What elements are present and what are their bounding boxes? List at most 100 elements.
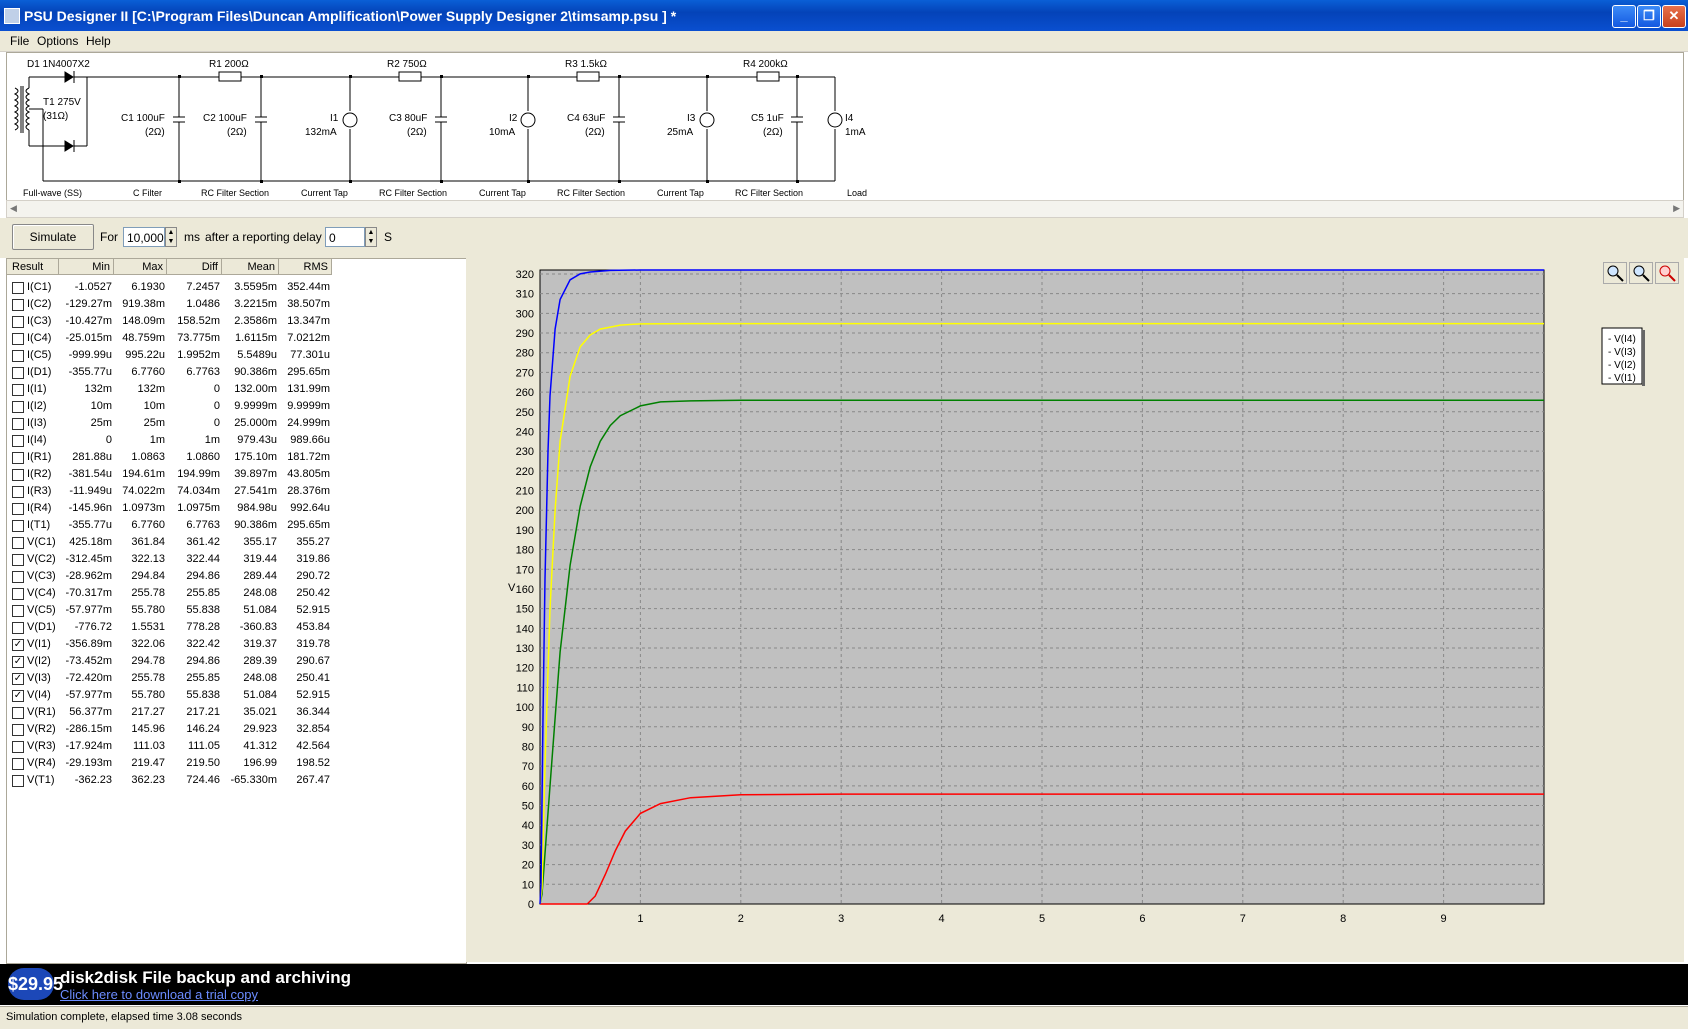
cell-name: V(D1) (27, 621, 56, 633)
result-checkbox[interactable]: ✓ (12, 673, 24, 685)
i3-value: 25mA (667, 127, 694, 138)
simulate-button[interactable]: Simulate (12, 224, 94, 250)
cell-rms: 992.64u (290, 502, 330, 514)
cell-rms: 198.52 (296, 757, 330, 769)
result-checkbox[interactable]: ✓ (12, 656, 24, 668)
result-checkbox[interactable] (12, 486, 24, 498)
y-tick-label: 200 (516, 505, 534, 517)
result-checkbox[interactable] (12, 758, 24, 770)
result-checkbox[interactable] (12, 588, 24, 600)
delay-input[interactable]: 0 (325, 227, 365, 247)
cell-mean: 51.084 (243, 604, 277, 616)
result-checkbox[interactable] (12, 452, 24, 464)
result-checkbox[interactable] (12, 605, 24, 617)
restore-button[interactable]: ❐ (1637, 5, 1661, 28)
result-checkbox[interactable] (12, 350, 24, 362)
header-rms[interactable]: RMS (279, 259, 332, 275)
cell-min: -70.317m (65, 587, 112, 599)
y-axis-label: V (508, 582, 516, 594)
header-min[interactable]: Min (59, 259, 114, 275)
menu-help[interactable]: Help (86, 34, 111, 48)
result-checkbox[interactable] (12, 418, 24, 430)
zoom-in-icon[interactable] (1603, 262, 1627, 284)
x-tick-label: 6 (1139, 913, 1145, 925)
cell-mean: 3.5595m (234, 281, 277, 293)
y-tick-label: 20 (522, 860, 534, 872)
result-checkbox[interactable] (12, 401, 24, 413)
result-checkbox[interactable] (12, 469, 24, 481)
y-tick-label: 180 (516, 545, 534, 557)
cell-max: 6.1930 (131, 281, 165, 293)
result-checkbox[interactable] (12, 333, 24, 345)
minimize-button[interactable]: _ (1612, 5, 1636, 28)
menu-bar: File Options Help (0, 31, 1688, 52)
cell-name: I(C1) (27, 281, 52, 293)
zoom-reset-icon[interactable] (1655, 262, 1679, 284)
result-checkbox[interactable] (12, 299, 24, 311)
header-max[interactable]: Max (114, 259, 167, 275)
cell-min: -25.015m (65, 332, 112, 344)
result-checkbox[interactable] (12, 571, 24, 583)
result-checkbox[interactable] (12, 741, 24, 753)
result-checkbox[interactable] (12, 282, 24, 294)
title-bar: PSU Designer II [C:\Program Files\Duncan… (0, 0, 1688, 31)
delay-spinner[interactable]: ▲ ▼ (365, 227, 377, 247)
menu-file[interactable]: File (10, 34, 29, 48)
table-row: I(R2) -381.54u 194.61m 194.99m 39.897m 43.805… (7, 466, 466, 483)
y-tick-label: 150 (516, 604, 534, 616)
cell-max: 255.78 (131, 587, 165, 599)
result-checkbox[interactable] (12, 435, 24, 447)
cell-rms: 43.805m (287, 468, 330, 480)
table-row: V(R1) 56.377m 217.27 217.21 35.021 36.344 (7, 704, 466, 721)
header-result[interactable]: Result (7, 259, 59, 275)
cell-name: V(R2) (27, 723, 56, 735)
duration-spinner[interactable]: ▲ ▼ (165, 227, 177, 247)
table-row: I(I2) 10m 10m 0 9.9999m 9.9999m (7, 398, 466, 415)
menu-options[interactable]: Options (37, 34, 78, 48)
app-icon[interactable] (4, 8, 20, 24)
result-checkbox[interactable] (12, 554, 24, 566)
cell-rms: 38.507m (287, 298, 330, 310)
scroll-right-icon[interactable]: ▶ (1673, 203, 1680, 214)
result-checkbox[interactable] (12, 367, 24, 379)
close-button[interactable]: ✕ (1662, 5, 1686, 28)
cell-diff: 219.50 (186, 757, 220, 769)
result-checkbox[interactable] (12, 622, 24, 634)
r4-label: R4 200kΩ (743, 59, 788, 70)
cell-diff: 0 (213, 400, 220, 412)
voltage-chart[interactable]: 0 10 20 30 40 50 60 70 80 90 100 110 120 130 140 150 160… (466, 258, 1684, 962)
cell-diff: 73.775m (177, 332, 220, 344)
scroll-left-icon[interactable]: ◀ (10, 203, 17, 214)
ad-banner[interactable]: $29.95 disk2disk File backup and archivi… (0, 964, 1688, 1005)
result-checkbox[interactable] (12, 775, 24, 787)
cell-max: 1.5531 (131, 621, 165, 633)
result-checkbox[interactable] (12, 724, 24, 736)
cell-diff: 294.86 (186, 655, 220, 667)
duration-input[interactable]: 10,000 (123, 227, 165, 247)
cell-min: -356.89m (65, 638, 112, 650)
price-badge: $29.95 (8, 968, 63, 1000)
result-checkbox[interactable] (12, 316, 24, 328)
cell-min: -129.27m (65, 298, 112, 310)
cell-diff: 1.0486 (186, 298, 220, 310)
x-tick-label: 3 (838, 913, 844, 925)
cell-min: 56.377m (69, 706, 112, 718)
i1-label: I1 (330, 113, 339, 124)
result-checkbox[interactable] (12, 384, 24, 396)
result-checkbox[interactable] (12, 707, 24, 719)
cell-rms: 319.86 (296, 553, 330, 565)
header-mean[interactable]: Mean (222, 259, 279, 275)
section-label: Full-wave (SS) (23, 188, 83, 198)
ad-link[interactable]: Click here to download a trial copy (60, 987, 258, 1002)
section-label: Current Tap (479, 188, 526, 198)
result-checkbox[interactable]: ✓ (12, 639, 24, 651)
zoom-out-icon[interactable] (1629, 262, 1653, 284)
result-checkbox[interactable]: ✓ (12, 690, 24, 702)
schematic-scrollbar[interactable]: ◀ ▶ (6, 200, 1684, 218)
result-checkbox[interactable] (12, 503, 24, 515)
result-checkbox[interactable] (12, 537, 24, 549)
header-diff[interactable]: Diff (167, 259, 222, 275)
schematic-canvas[interactable]: D1 1N4007X2 T1 275V (31Ω) R1 200Ω R2 750… (6, 52, 1684, 204)
i1-value: 132mA (305, 127, 337, 138)
result-checkbox[interactable] (12, 520, 24, 532)
